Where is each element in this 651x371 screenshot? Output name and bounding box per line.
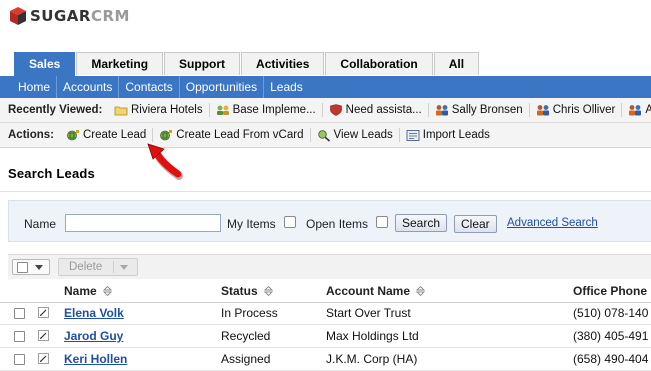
lead-account-name: J.K.M. Corp (HA) <box>326 352 418 366</box>
lead-office-phone: (658) 490-404 <box>573 352 649 366</box>
table-row: Keri Hollen Assigned J.K.M. Corp (HA) (6… <box>0 348 651 371</box>
lead-name-link[interactable]: Jarod Guy <box>64 325 123 347</box>
recently-viewed-label: Recently Viewed: <box>8 104 103 116</box>
clear-button[interactable]: Clear <box>454 215 497 233</box>
tab-sales[interactable]: Sales <box>14 52 76 77</box>
column-header-office-phone[interactable]: Office Phone <box>573 280 647 302</box>
page-title: Search Leads <box>8 166 95 181</box>
lead-name-link[interactable]: Elena Volk <box>64 302 124 324</box>
row-checkbox[interactable] <box>14 354 25 365</box>
button-separator <box>113 261 114 273</box>
actions-bar: Actions: Create Lead Create Lead From vC… <box>0 123 651 148</box>
folder-icon <box>114 106 128 116</box>
recent-item-sally-bronsen[interactable]: Sally Bronsen <box>427 103 529 117</box>
sort-icon <box>416 286 426 296</box>
lead-office-phone: (510) 078-140 <box>573 306 649 320</box>
delete-button[interactable]: Delete <box>58 258 138 276</box>
action-view-leads[interactable]: View Leads <box>309 128 399 142</box>
row-checkbox[interactable] <box>14 308 25 319</box>
subnav-leads[interactable]: Leads <box>263 76 309 98</box>
open-items-label: Open Items <box>306 217 369 231</box>
chevron-down-icon <box>120 265 128 270</box>
edit-pencil-icon[interactable] <box>38 307 49 318</box>
my-items-label: My Items <box>227 217 276 231</box>
recent-item-riviera-hotels[interactable]: Riviera Hotels <box>108 103 209 117</box>
module-tabs: Sales Marketing Support Activities Colla… <box>14 52 480 77</box>
table-row: Elena Volk In Process Start Over Trust (… <box>0 302 651 325</box>
row-checkbox[interactable] <box>14 331 25 342</box>
actions-label: Actions: <box>8 129 54 141</box>
subnav-accounts[interactable]: Accounts <box>56 76 118 98</box>
recent-item-need-assista[interactable]: Need assista... <box>321 103 428 117</box>
import-icon <box>406 129 420 141</box>
advanced-search-link[interactable]: Advanced Search <box>507 217 598 229</box>
tab-activities[interactable]: Activities <box>241 52 325 75</box>
lead-account-name: Start Over Trust <box>326 306 411 320</box>
tab-support[interactable]: Support <box>164 52 241 75</box>
red-annotation-arrow-icon <box>147 143 183 180</box>
group-icon <box>216 105 229 115</box>
list-toolbar: Delete <box>8 254 651 279</box>
subnav-contacts[interactable]: Contacts <box>118 76 178 98</box>
name-search-input[interactable] <box>65 214 221 232</box>
sort-icon <box>263 286 273 296</box>
contacts-icon <box>536 105 549 116</box>
tab-all[interactable]: All <box>433 52 480 75</box>
tab-collaboration[interactable]: Collaboration <box>325 52 433 75</box>
logo-text: SUGARCRM <box>30 7 130 25</box>
recently-viewed-bar: Recently Viewed: Riviera Hotels Base Imp… <box>0 98 651 123</box>
recent-item-base-impleme[interactable]: Base Impleme... <box>208 103 322 117</box>
lead-account-name: Max Holdings Ltd <box>326 329 419 343</box>
chevron-down-icon <box>35 265 43 270</box>
my-items-checkbox[interactable] <box>284 216 296 228</box>
subnav-opportunities[interactable]: Opportunities <box>178 76 263 98</box>
lead-status: Recycled <box>221 329 271 343</box>
lead-office-phone: (380) 405-491 <box>573 329 649 343</box>
sub-navigation: Home Accounts Contacts Opportunities Lea… <box>0 76 651 98</box>
column-header-name[interactable]: Name <box>64 280 112 302</box>
sort-icon <box>102 286 112 296</box>
recent-item-a[interactable]: A <box>621 103 651 117</box>
recent-item-chris-olliver[interactable]: Chris Olliver <box>528 103 622 117</box>
action-create-lead[interactable]: Create Lead <box>60 128 152 142</box>
column-header-status[interactable]: Status <box>221 280 273 302</box>
shield-icon <box>329 104 342 116</box>
edit-pencil-icon[interactable] <box>38 353 49 364</box>
table-row: Jarod Guy Recycled Max Holdings Ltd (380… <box>0 325 651 348</box>
select-all-dropdown[interactable] <box>12 259 50 275</box>
title-divider <box>0 191 651 192</box>
sugarcrm-logo[interactable]: SUGARCRM <box>10 6 130 26</box>
create-lead-icon <box>67 129 79 140</box>
lead-status: Assigned <box>221 352 271 366</box>
contacts-icon <box>629 105 642 116</box>
lead-name-link[interactable]: Keri Hollen <box>64 348 127 370</box>
action-import-leads[interactable]: Import Leads <box>398 128 496 142</box>
name-label: Name <box>24 217 57 231</box>
logo-cube-icon <box>10 7 26 25</box>
tab-marketing[interactable]: Marketing <box>76 52 164 75</box>
contacts-icon <box>435 105 448 116</box>
open-items-checkbox[interactable] <box>376 216 388 228</box>
column-header-account-name[interactable]: Account Name <box>326 280 426 302</box>
table-header: Name Status Account Name Office Phone <box>0 280 651 303</box>
view-leads-icon <box>317 129 330 142</box>
edit-pencil-icon[interactable] <box>38 330 49 341</box>
lead-status: In Process <box>221 306 278 320</box>
search-button[interactable]: Search <box>395 214 448 232</box>
subnav-home[interactable]: Home <box>14 76 56 98</box>
select-all-checkbox[interactable] <box>17 262 28 273</box>
